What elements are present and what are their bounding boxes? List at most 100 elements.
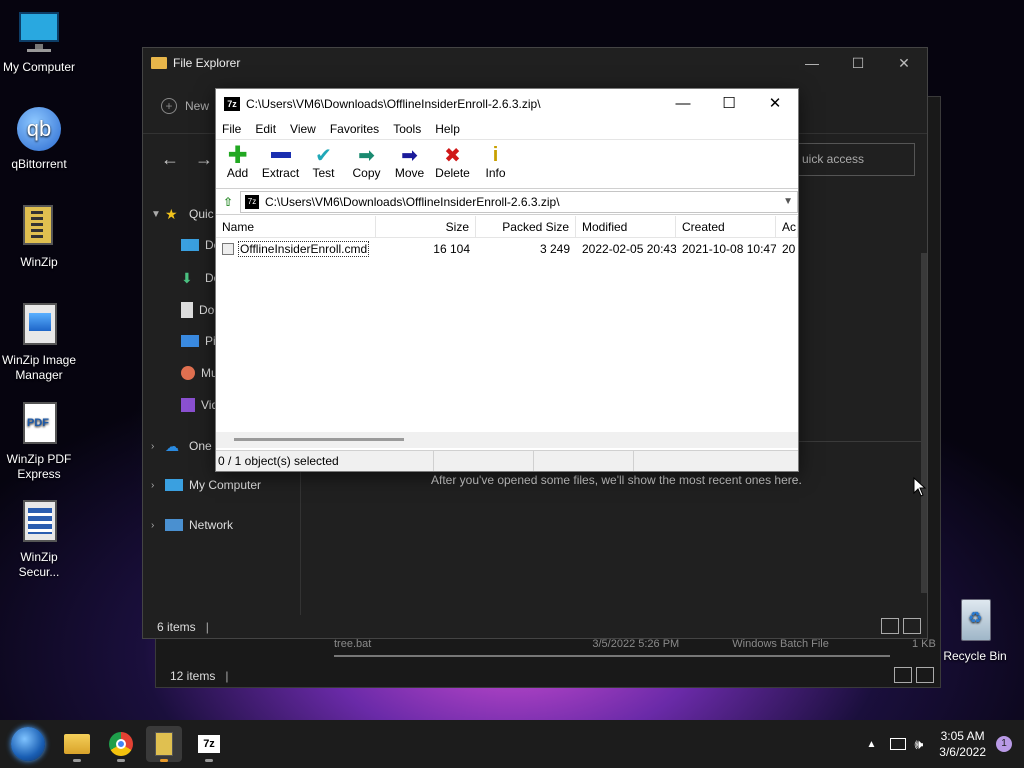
close-button[interactable]: ✕: [752, 89, 798, 117]
chevron-right-icon[interactable]: ›: [151, 480, 165, 491]
menu-bar: File Edit View Favorites Tools Help: [216, 119, 798, 139]
delete-button[interactable]: ✖ Delete: [431, 144, 474, 181]
copy-arrow-icon: ➡: [358, 144, 375, 167]
plus-circle-icon: +: [161, 97, 177, 114]
chevron-right-icon[interactable]: ›: [151, 520, 165, 531]
desktop-icon-my-computer[interactable]: My Computer: [1, 8, 77, 75]
folder-icon: [64, 734, 90, 754]
tiles-view-icon[interactable]: [903, 618, 921, 634]
path-combo[interactable]: 7z C:\Users\VM6\Downloads\OfflineInsider…: [240, 190, 798, 213]
maximize-button[interactable]: ☐: [835, 48, 881, 78]
test-button[interactable]: ✔ Test: [302, 144, 345, 181]
column-packed-size[interactable]: Packed Size: [476, 216, 576, 237]
column-size[interactable]: Size: [376, 216, 476, 237]
sidebar-item-quick-access[interactable]: ▼ ★ Quic: [151, 206, 214, 222]
taskbar-7zip[interactable]: 7z: [191, 726, 227, 762]
menu-file[interactable]: File: [222, 122, 241, 136]
chevron-down-icon[interactable]: ▼: [151, 209, 165, 220]
table-row[interactable]: OfflineInsiderEnroll.cmd 16 104 3 249 20…: [216, 238, 798, 260]
menu-edit[interactable]: Edit: [255, 122, 276, 136]
search-input[interactable]: uick access: [791, 143, 915, 176]
chevron-right-icon[interactable]: ›: [151, 441, 165, 452]
info-icon: i: [492, 143, 499, 166]
minimize-button[interactable]: —: [660, 89, 706, 117]
minimize-button[interactable]: —: [789, 48, 835, 78]
item-count: 6 items: [157, 620, 196, 634]
clock[interactable]: 3:05 AM 3/6/2022: [939, 728, 986, 760]
desktop-icon-winzip-pdf-express[interactable]: PDF WinZip PDF Express: [1, 400, 77, 482]
qbittorrent-icon: qb: [15, 105, 63, 153]
chevron-down-icon[interactable]: ▼: [783, 196, 793, 207]
monitor-icon: [15, 8, 63, 56]
back-arrow-icon[interactable]: ←: [153, 149, 187, 170]
details-view-icon[interactable]: [881, 618, 899, 634]
column-modified[interactable]: Modified: [576, 216, 676, 237]
volume-icon[interactable]: 🕪: [914, 736, 923, 753]
start-button[interactable]: [8, 724, 48, 764]
up-folder-icon[interactable]: ⇧: [216, 191, 240, 213]
sidebar-item-documents[interactable]: Do: [181, 302, 214, 318]
plus-icon: ✚: [227, 141, 248, 169]
sidebar-item-onedrive[interactable]: › ☁ One: [151, 438, 212, 454]
taskbar-file-explorer[interactable]: [59, 726, 95, 762]
taskbar: 7z ▲ 🕪 3:05 AM 3/6/2022 1: [0, 720, 1024, 768]
desktop-icon-winzip[interactable]: WinZip: [1, 203, 77, 270]
menu-tools[interactable]: Tools: [393, 122, 421, 136]
window-title: File Explorer: [173, 56, 241, 70]
desktop-icon-winzip-secure[interactable]: WinZip Secur...: [1, 498, 77, 580]
sidebar-item-videos[interactable]: Vid: [181, 398, 218, 412]
cloud-icon: ☁: [165, 438, 179, 454]
desktop-icon: [181, 239, 199, 251]
windows-logo-icon: [11, 727, 45, 761]
notification-badge[interactable]: 1: [996, 736, 1012, 752]
toolbar: ✚ Add Extract ✔ Test ➡ Copy ➡ Move ✖ Del…: [216, 139, 798, 189]
column-accessed[interactable]: Ac: [776, 216, 798, 237]
horizontal-scroll-thumb[interactable]: [234, 438, 404, 441]
new-button[interactable]: + New: [161, 97, 209, 114]
file-list[interactable]: Name Size Packed Size Modified Created A…: [216, 216, 798, 452]
vertical-scrollbar[interactable]: [921, 253, 927, 593]
status-bar: 0 / 1 object(s) selected: [216, 450, 798, 471]
network-icon[interactable]: [890, 738, 907, 750]
add-button[interactable]: ✚ Add: [216, 141, 259, 181]
column-created[interactable]: Created: [676, 216, 776, 237]
desktop-icon-qbittorrent[interactable]: qb qBittorrent: [1, 105, 77, 172]
maximize-button[interactable]: ☐: [706, 89, 752, 117]
minus-icon: [259, 144, 302, 166]
mouse-cursor-icon: [913, 477, 927, 497]
star-icon: ★: [165, 206, 178, 222]
chrome-icon: [109, 732, 133, 756]
menu-view[interactable]: View: [290, 122, 316, 136]
sidebar-item-my-computer[interactable]: › My Computer: [151, 478, 261, 492]
download-icon: ⬇: [181, 270, 193, 286]
sidebar-item-music[interactable]: Mu: [181, 366, 218, 380]
system-tray: ▲ 🕪 3:05 AM 3/6/2022 1: [867, 720, 1024, 768]
info-button[interactable]: i Info: [474, 143, 517, 181]
background-file-row[interactable]: tree.bat 3/5/2022 5:26 PM Windows Batch …: [334, 638, 936, 650]
horizontal-scrollbar[interactable]: [334, 655, 890, 657]
move-button[interactable]: ➡ Move: [388, 144, 431, 181]
item-count: 12 items: [170, 669, 216, 683]
folder-icon: [151, 57, 167, 69]
tiles-view-icon[interactable]: [916, 667, 934, 683]
view-toggle[interactable]: [894, 667, 934, 683]
details-view-icon[interactable]: [894, 667, 912, 683]
menu-favorites[interactable]: Favorites: [330, 122, 379, 136]
taskbar-chrome[interactable]: [103, 726, 139, 762]
video-icon: [181, 398, 195, 412]
7zip-window[interactable]: 7z C:\Users\VM6\Downloads\OfflineInsider…: [215, 88, 799, 472]
desktop-icon-recycle-bin[interactable]: ♻ Recycle Bin: [937, 597, 1013, 664]
recycle-bin-icon: ♻: [951, 597, 999, 645]
taskbar-winzip[interactable]: [146, 726, 182, 762]
view-toggle[interactable]: [881, 618, 921, 634]
copy-button[interactable]: ➡ Copy: [345, 144, 388, 181]
cmd-file-icon: [222, 243, 234, 255]
sidebar-item-network[interactable]: › Network: [151, 518, 233, 532]
column-name[interactable]: Name: [216, 216, 376, 237]
desktop-icon-winzip-image-manager[interactable]: WinZip Image Manager: [1, 301, 77, 383]
window-title: C:\Users\VM6\Downloads\OfflineInsiderEnr…: [246, 97, 541, 111]
chevron-up-icon[interactable]: ▲: [867, 739, 877, 750]
close-button[interactable]: ✕: [881, 48, 927, 78]
extract-button[interactable]: Extract: [259, 144, 302, 180]
menu-help[interactable]: Help: [435, 122, 460, 136]
